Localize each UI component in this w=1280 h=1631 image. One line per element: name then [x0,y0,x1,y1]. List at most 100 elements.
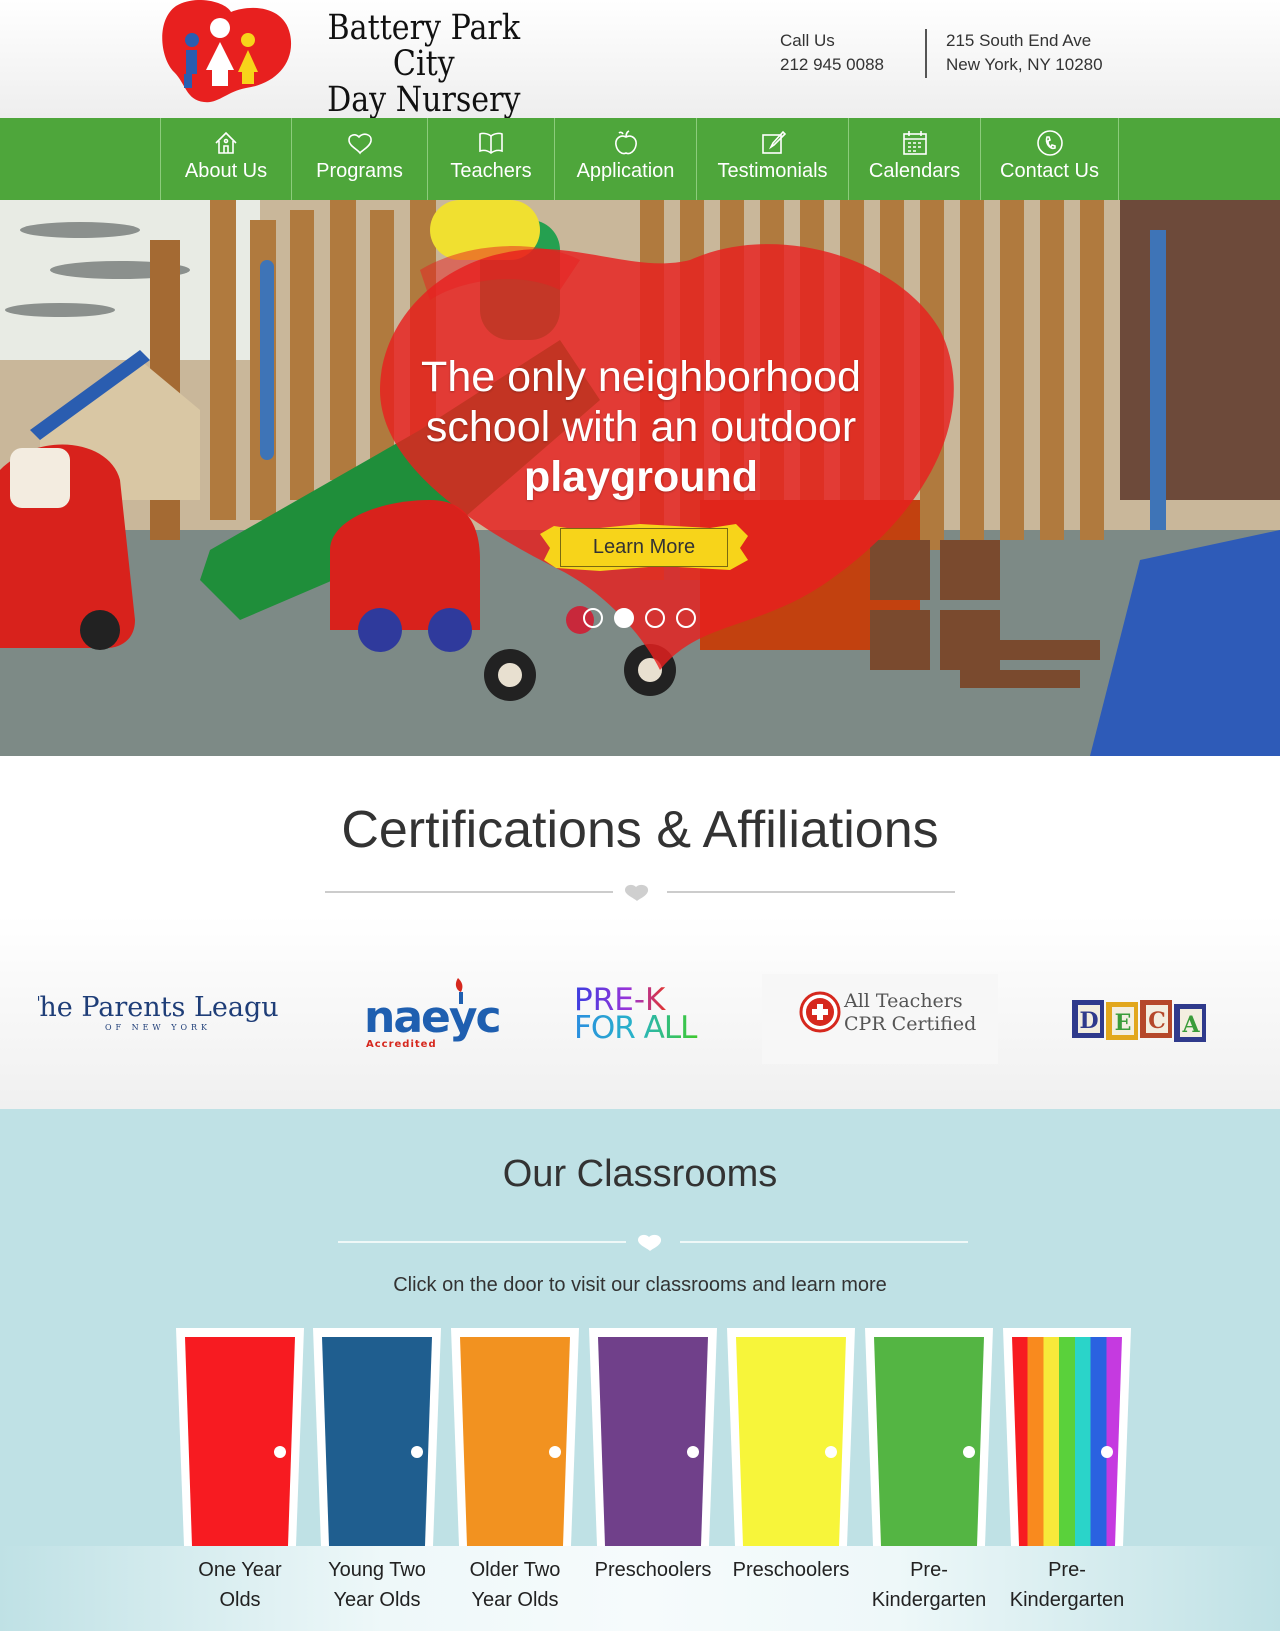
door-knob-icon [687,1446,699,1458]
classrooms-section: Our Classrooms Click on the door to visi… [0,1109,1280,1631]
door-label-line2: Olds [219,1589,261,1611]
logo-line1: Battery Park City [327,8,521,84]
door-4[interactable] [589,1328,717,1546]
cpr-certified-logo[interactable]: All Teachers CPR Certified [760,974,1000,1064]
nav-label-testimonials: Testimonials [717,160,828,182]
door-label-2[interactable]: Young Two Year Olds [307,1555,447,1615]
hero-line1: The only neighborhood [421,353,861,401]
door-panel [874,1337,984,1546]
address-line1: 215 South End Ave [946,31,1092,50]
door-7[interactable] [1003,1328,1131,1546]
prek-for-all-logo[interactable]: PRE-K FOR ALL [572,982,712,1046]
heart-icon [625,884,649,901]
door-knob-icon [411,1446,423,1458]
house-icon [215,131,237,154]
nav-label-application: Application [576,160,675,182]
parents-league-text: The Parents League [38,992,278,1023]
slide-dot-1[interactable] [583,608,603,628]
door-label-line2: Year Olds [333,1589,421,1611]
call-us: Call Us 212 945 0088 [780,29,884,77]
deca-logo[interactable]: D E C A [1070,994,1220,1046]
learn-more-button[interactable]: Learn More [560,528,728,567]
slide-dot-2[interactable] [614,608,634,628]
classrooms-subtitle: Click on the door to visit our classroom… [393,1274,887,1296]
cpr-line1: All Teachers [843,990,963,1012]
door-label-line1: Preschoolers [732,1559,850,1581]
slide-dot-4[interactable] [676,608,696,628]
door-panel [322,1337,432,1546]
deca-d: D [1079,1008,1098,1034]
door-1[interactable] [176,1328,304,1546]
heart-divider [325,884,955,901]
door-label-line2: Year Olds [471,1589,559,1611]
nav-item-programs[interactable]: Programs [292,118,428,200]
door-knob-icon [963,1446,975,1458]
prek-bottom-text: FOR ALL [574,1010,698,1046]
deca-e: E [1115,1010,1132,1036]
logo-line2: Day Nursery [327,80,521,120]
door-label-line1: Young Two [328,1559,426,1581]
calendar-icon [902,131,927,155]
nav-item-testimonials[interactable]: Testimonials [697,118,849,200]
door-panel [460,1337,570,1546]
nav-item-application[interactable]: Application [555,118,697,200]
deca-c: C [1148,1008,1166,1034]
naeyc-sub: Accredited [366,1039,437,1050]
nav-item-calendars[interactable]: Calendars [849,118,981,200]
door-label-line1: Pre- [910,1559,948,1581]
door-label-line1: Older Two [469,1559,561,1581]
hero-line3: playground [523,453,759,501]
door-6[interactable] [865,1328,993,1546]
hero-headline: The only neighborhood school with an out… [380,352,902,502]
site-header: Battery Park City Day Nursery Call Us 21… [0,0,1280,118]
parents-league-logo[interactable]: The Parents League OF NEW YORK [38,974,278,1044]
slide-dot-3[interactable] [645,608,665,628]
address-line2: New York, NY 10280 [946,55,1103,74]
door-label-7[interactable]: Pre- Kindergarten [997,1555,1137,1615]
door-knob-icon [549,1446,561,1458]
nav-label-contact-us: Contact Us [1000,160,1099,182]
phone-number[interactable]: 212 945 0088 [780,53,884,77]
logo-icon[interactable] [156,0,296,106]
door-label-3[interactable]: Older Two Year Olds [445,1555,585,1615]
phone-icon [1036,130,1063,156]
logo-wordmark[interactable]: Battery Park City Day Nursery [312,10,536,118]
nav-item-teachers[interactable]: Teachers [428,118,555,200]
certifications-title: Certifications & Affiliations [341,801,939,859]
certifications-section: Certifications & Affiliations The Parent… [0,756,1280,1109]
slider-pagination [583,608,696,628]
door-label-6[interactable]: Pre- Kindergarten [859,1555,999,1615]
book-icon [479,132,503,154]
classrooms-title: Our Classrooms [502,1153,778,1195]
apple-icon [614,130,637,155]
nav-item-about-us[interactable]: About Us [161,118,292,200]
door-knob-icon [274,1446,286,1458]
door-knob-icon [825,1446,837,1458]
edit-icon [761,130,786,154]
nav-label-about-us: About Us [184,160,268,182]
door-label-1[interactable]: One Year Olds [170,1555,310,1615]
door-3[interactable] [451,1328,579,1546]
door-label-line1: Pre- [1048,1559,1086,1581]
nav-label-programs: Programs [316,160,403,182]
naeyc-logo[interactable]: naeyc Accredited [364,970,504,1050]
door-panel [1012,1337,1122,1546]
door-panel [736,1337,846,1546]
door-label-line2: Kindergarten [871,1589,987,1611]
door-label-4[interactable]: Preschoolers [583,1555,723,1585]
heart-icon [638,1234,662,1251]
door-label-line1: One Year [198,1559,282,1581]
main-nav: About Us Programs Teachers Application T… [0,118,1280,200]
nav-item-contact-us[interactable]: Contact Us [981,118,1119,200]
nav-label-teachers: Teachers [450,160,532,182]
door-2[interactable] [313,1328,441,1546]
door-label-line2: Kindergarten [1009,1589,1125,1611]
naeyc-text: naeyc [364,992,500,1043]
cpr-line2: CPR Certified [844,1013,976,1035]
header-divider [925,29,927,78]
door-panel [598,1337,708,1546]
door-5[interactable] [727,1328,855,1546]
door-label-5[interactable]: Preschoolers [721,1555,861,1585]
heart-divider [338,1234,968,1251]
address: 215 South End Ave New York, NY 10280 [946,29,1103,77]
